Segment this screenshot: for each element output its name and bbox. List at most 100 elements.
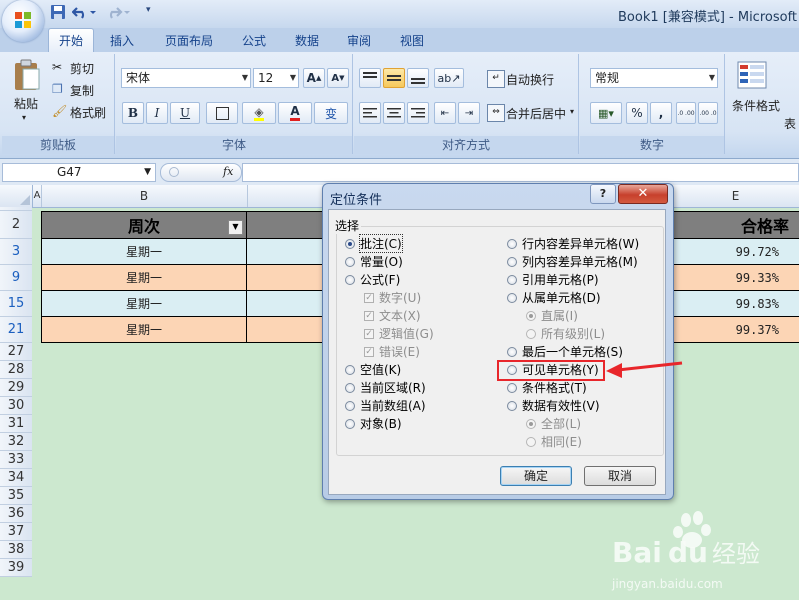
cell-rate[interactable]: 99.33% <box>672 265 799 291</box>
radio-icon[interactable] <box>507 382 517 393</box>
percent-button[interactable]: % <box>626 102 648 124</box>
radio-icon[interactable] <box>345 400 355 411</box>
radio-option[interactable]: 批注(C) <box>345 234 403 253</box>
cell-hidden-columns[interactable] <box>247 317 322 343</box>
chevron-down-icon[interactable]: ▼ <box>144 164 151 181</box>
cancel-button[interactable]: 取消 <box>584 466 656 486</box>
radio-icon[interactable] <box>507 256 517 267</box>
row-header-21[interactable]: 21 <box>0 317 32 343</box>
row-header-34[interactable]: 34 <box>0 469 32 487</box>
undo-icon[interactable] <box>72 4 100 20</box>
radio-option[interactable]: 常量(O) <box>345 253 403 270</box>
column-header-e[interactable]: E <box>672 185 799 207</box>
header-cell-rate[interactable]: 合格率 <box>672 211 799 239</box>
borders-button[interactable] <box>206 102 238 124</box>
cell-rate[interactable]: 99.72% <box>672 239 799 265</box>
radio-icon[interactable] <box>507 238 517 249</box>
radio-option[interactable]: 数据有效性(V) <box>507 397 600 414</box>
font-name-combo[interactable]: 宋体 ▼ <box>121 68 251 88</box>
tab-home[interactable]: 开始 <box>48 28 95 53</box>
cell-week[interactable]: 星期一 <box>41 239 247 265</box>
increase-indent-button[interactable]: ⇥ <box>458 102 480 124</box>
cell-rate[interactable]: 99.83% <box>672 291 799 317</box>
number-format-combo[interactable]: 常规 ▼ <box>590 68 718 88</box>
copy-button[interactable]: 复制 <box>70 82 94 99</box>
wrap-text-button[interactable]: 自动换行 <box>506 71 554 88</box>
row-header-2[interactable]: 2 <box>0 211 32 239</box>
row-header-33[interactable]: 33 <box>0 451 32 469</box>
phonetic-button[interactable]: 变 <box>314 102 348 124</box>
tab-page-layout[interactable]: 页面布局 <box>155 31 223 51</box>
cell-hidden-columns[interactable] <box>247 239 322 265</box>
radio-option[interactable]: 对象(B) <box>345 415 402 432</box>
orientation-button[interactable]: ab↗ <box>434 68 464 88</box>
font-size-combo[interactable]: 12 ▼ <box>253 68 299 88</box>
row-header-30[interactable]: 30 <box>0 397 32 415</box>
radio-icon[interactable] <box>345 364 355 375</box>
office-button[interactable] <box>2 0 44 42</box>
row-header-1[interactable] <box>0 207 32 211</box>
name-box[interactable]: G47 ▼ <box>2 163 156 182</box>
merge-center-button[interactable]: 合并后居中 <box>506 105 566 122</box>
accounting-format-button[interactable]: ▦▾ <box>590 102 622 124</box>
cell-week[interactable]: 星期一 <box>41 291 247 317</box>
font-color-button[interactable]: A <box>278 102 312 124</box>
customize-quick-access-icon[interactable]: ▾ <box>146 5 151 15</box>
row-header-31[interactable]: 31 <box>0 415 32 433</box>
merge-dropdown-icon[interactable]: ▾ <box>570 107 574 116</box>
radio-option[interactable]: 条件格式(T) <box>507 379 587 396</box>
radio-icon[interactable] <box>345 238 355 249</box>
radio-icon[interactable] <box>507 346 517 357</box>
row-header-38[interactable]: 38 <box>0 541 32 559</box>
radio-option[interactable]: 引用单元格(P) <box>507 271 599 288</box>
radio-icon[interactable] <box>345 382 355 393</box>
save-icon[interactable] <box>50 4 66 20</box>
underline-button[interactable]: U <box>170 102 200 124</box>
tab-data[interactable]: 数据 <box>285 31 329 51</box>
align-top-button[interactable] <box>359 68 381 88</box>
cell-hidden-columns[interactable] <box>247 291 322 317</box>
close-button[interactable]: ✕ <box>618 184 668 204</box>
align-right-button[interactable] <box>407 102 429 124</box>
tab-insert[interactable]: 插入 <box>100 31 144 51</box>
cell-hidden-columns[interactable] <box>247 265 322 291</box>
bold-button[interactable]: B <box>122 102 144 124</box>
row-header-29[interactable]: 29 <box>0 379 32 397</box>
help-button[interactable]: ? <box>590 184 616 204</box>
radio-icon[interactable] <box>345 256 355 267</box>
radio-icon[interactable] <box>507 292 517 303</box>
format-as-table-button[interactable]: 表 <box>784 115 796 132</box>
row-header-28[interactable]: 28 <box>0 361 32 379</box>
format-painter-button[interactable]: 格式刷 <box>70 104 106 121</box>
comma-button[interactable]: , <box>650 102 672 124</box>
select-all-corner[interactable] <box>0 185 33 207</box>
align-middle-button[interactable] <box>383 68 405 88</box>
insert-function-button[interactable]: fx <box>223 165 233 178</box>
shrink-font-button[interactable]: A ▼ <box>327 68 349 88</box>
tab-formulas[interactable]: 公式 <box>232 31 276 51</box>
filter-dropdown-icon[interactable]: ▼ <box>228 220 243 235</box>
row-header-35[interactable]: 35 <box>0 487 32 505</box>
cell-rate[interactable]: 99.37% <box>672 317 799 343</box>
conditional-formatting-button[interactable]: 条件格式 <box>732 97 780 114</box>
row-header-32[interactable]: 32 <box>0 433 32 451</box>
conditional-formatting-icon[interactable] <box>736 60 768 90</box>
paste-dropdown-icon[interactable]: ▾ <box>22 113 26 122</box>
radio-option[interactable]: 行内容差异单元格(W) <box>507 235 639 252</box>
italic-button[interactable]: I <box>146 102 168 124</box>
decrease-decimal-button[interactable]: .00 .0 <box>698 102 718 124</box>
radio-icon[interactable] <box>507 400 517 411</box>
radio-icon[interactable] <box>345 274 355 285</box>
header-cell-week[interactable]: 周次 ▼ <box>41 211 247 239</box>
cut-button[interactable]: 剪切 <box>70 60 94 77</box>
row-header-15[interactable]: 15 <box>0 291 32 317</box>
radio-option[interactable]: 从属单元格(D) <box>507 289 601 306</box>
cell-week[interactable]: 星期一 <box>41 317 247 343</box>
tab-review[interactable]: 审阅 <box>337 31 381 51</box>
align-center-button[interactable] <box>383 102 405 124</box>
radio-option[interactable]: 当前数组(A) <box>345 397 426 414</box>
column-header-b[interactable]: B <box>41 185 248 207</box>
decrease-indent-button[interactable]: ⇤ <box>434 102 456 124</box>
row-header-36[interactable]: 36 <box>0 505 32 523</box>
row-header-3[interactable]: 3 <box>0 239 32 265</box>
